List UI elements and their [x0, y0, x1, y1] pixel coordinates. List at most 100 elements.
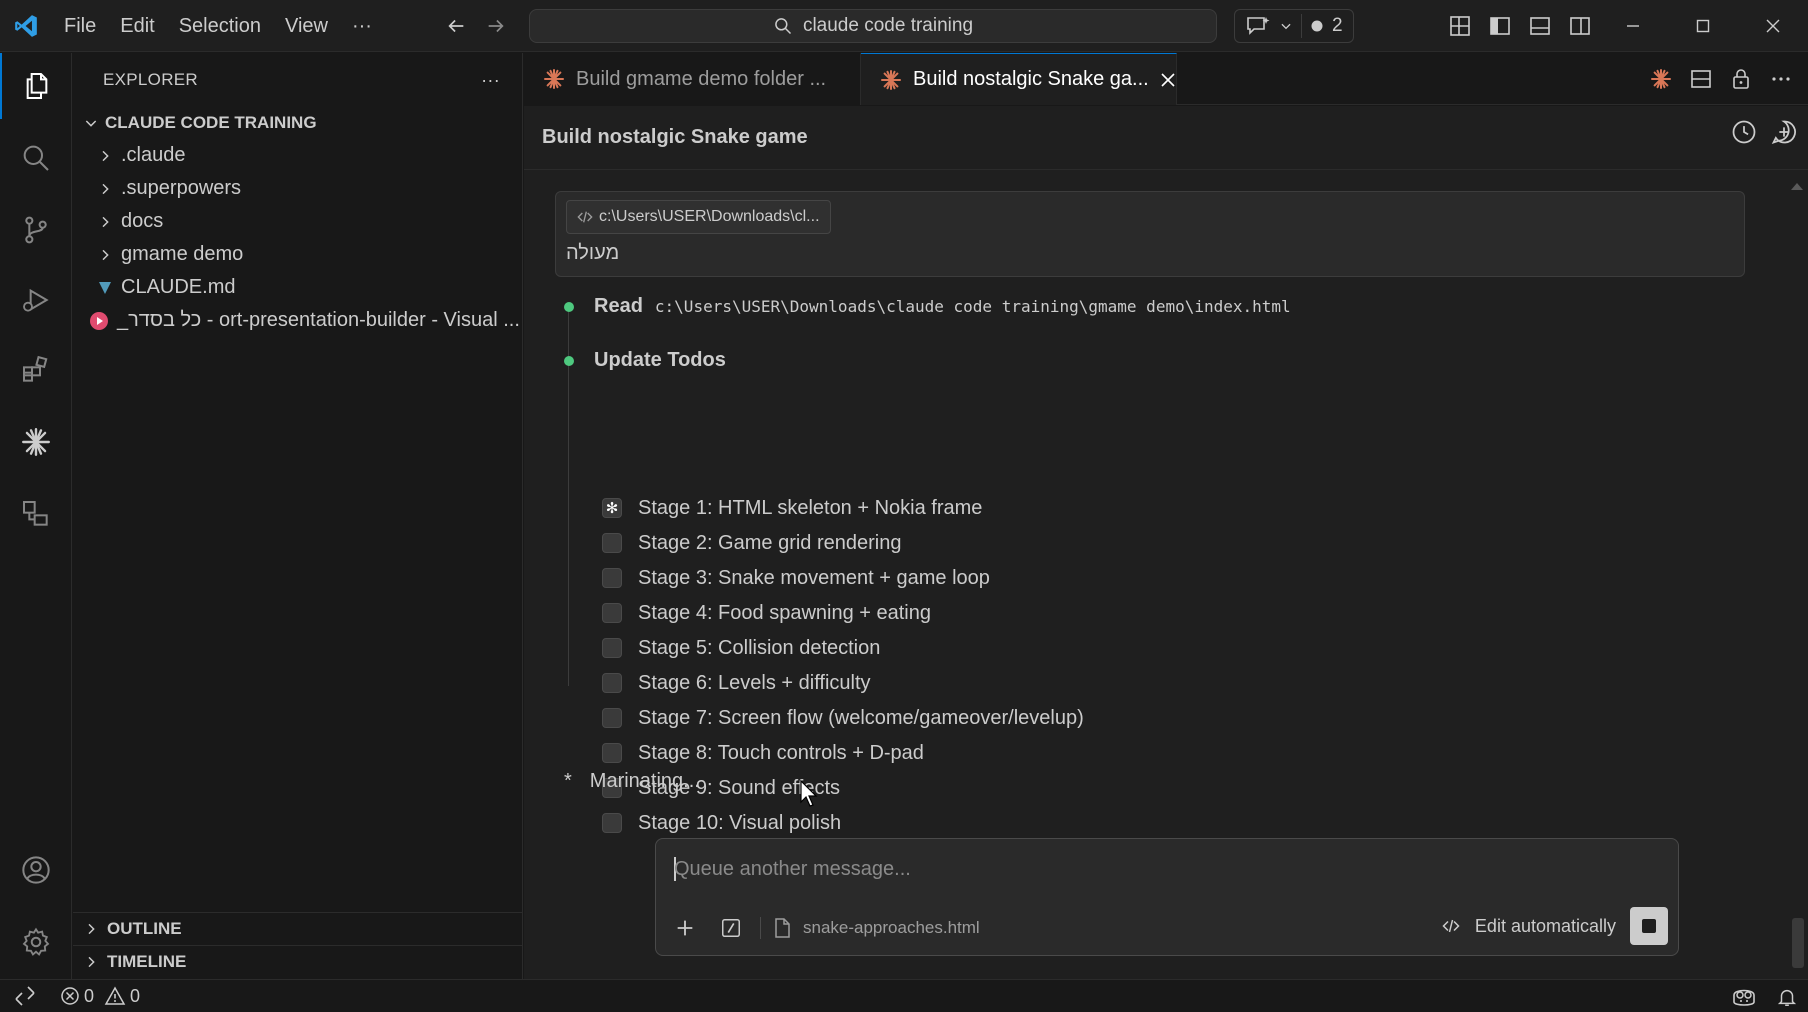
more-actions-icon[interactable] — [1764, 59, 1798, 99]
menu-more[interactable]: ··· — [340, 0, 384, 52]
remote-explorer-icon[interactable] — [0, 481, 72, 547]
stop-square-icon — [1642, 919, 1656, 933]
new-chat-icon[interactable] — [1770, 118, 1798, 146]
chat-toggle-button[interactable]: 2 — [1234, 9, 1354, 43]
chevron-down-icon — [79, 115, 103, 131]
tree-file-claude-md[interactable]: CLAUDE.md — [73, 271, 522, 304]
settings-gear-icon[interactable] — [0, 909, 72, 975]
tab-actions — [1644, 53, 1798, 105]
edit-mode-toggle[interactable]: Edit automatically — [1475, 916, 1616, 937]
slash-command-icon[interactable] — [714, 911, 748, 945]
close-window-icon[interactable] — [1738, 0, 1808, 52]
outline-label: OUTLINE — [107, 919, 182, 938]
status-bar: 0 0 — [0, 979, 1808, 1012]
workspace-root[interactable]: CLAUDE CODE TRAINING — [73, 107, 522, 139]
explorer-more-button[interactable]: ··· — [481, 70, 500, 91]
todo-item: Stage 4: Food spawning + eating — [602, 597, 931, 629]
thinking-asterisk: * — [564, 770, 572, 792]
search-view-icon[interactable] — [0, 125, 72, 191]
back-arrow-icon[interactable] — [436, 6, 476, 46]
tree-folder-docs[interactable]: docs — [73, 205, 522, 238]
toggle-panel-icon[interactable] — [1520, 0, 1560, 52]
chat-scrollbar[interactable] — [1786, 170, 1808, 979]
explorer-title: EXPLORER — [103, 70, 198, 89]
success-dot-icon — [564, 301, 574, 312]
tree-file-video[interactable]: _כל בסדר - ort-presentation-builder - Vi… — [73, 304, 522, 337]
tree-folder-superpowers[interactable]: .superpowers — [73, 172, 522, 205]
layout-controls — [1440, 0, 1600, 52]
chevron-right-icon — [93, 247, 117, 263]
chevron-down-icon — [1279, 19, 1293, 33]
menu-edit[interactable]: Edit — [108, 0, 166, 52]
problems-indicator[interactable]: 0 0 — [50, 986, 140, 1007]
markdown-file-icon — [93, 280, 117, 296]
explorer-sidebar: EXPLORER ··· CLAUDE CODE TRAINING .claud… — [73, 53, 523, 979]
message-composer: snake-approaches.html Edit automatically — [655, 838, 1679, 956]
user-message-text: מעולה — [566, 242, 620, 264]
add-attachment-plus-icon[interactable] — [668, 911, 702, 945]
tree-item-label: docs — [121, 210, 164, 232]
thinking-status: * Marinating... — [564, 770, 700, 793]
attached-file-name[interactable]: snake-approaches.html — [803, 918, 980, 938]
customize-layout-icon[interactable] — [1440, 0, 1480, 52]
tab-build-gmame-demo[interactable]: Build gmame demo folder ... — [524, 53, 861, 105]
todo-label: Stage 2: Game grid rendering — [638, 531, 902, 554]
context-file-chip[interactable]: c:\Users\USER\Downloads\cl... — [566, 200, 831, 234]
remote-indicator-icon[interactable] — [0, 980, 50, 1012]
checkbox-icon — [602, 673, 622, 693]
lock-icon[interactable] — [1724, 59, 1758, 99]
toggle-secondary-sidebar-icon[interactable] — [1560, 0, 1600, 52]
tree-item-label: .superpowers — [121, 177, 242, 199]
success-dot-icon — [564, 355, 574, 366]
todo-label: Stage 3: Snake movement + game loop — [638, 566, 990, 589]
menu-selection[interactable]: Selection — [167, 0, 273, 52]
claude-spark-icon — [879, 68, 903, 92]
run-debug-icon[interactable] — [0, 267, 72, 333]
toggle-primary-sidebar-icon[interactable] — [1480, 0, 1520, 52]
source-control-icon[interactable] — [0, 197, 72, 263]
chat-title: Build nostalgic Snake game — [542, 126, 808, 148]
scrollbar-thumb[interactable] — [1792, 918, 1804, 968]
menu-bar: File Edit Selection View ··· — [52, 0, 384, 52]
chevron-right-icon — [79, 921, 103, 937]
split-editor-icon[interactable] — [1684, 59, 1718, 99]
message-input[interactable] — [674, 851, 1654, 887]
todo-label: Stage 7: Screen flow (welcome/gameover/l… — [638, 706, 1084, 729]
minimize-icon[interactable] — [1598, 0, 1668, 52]
command-center-search[interactable]: claude code training — [529, 9, 1217, 43]
tab-build-snake-game[interactable]: Build nostalgic Snake ga... — [861, 53, 1177, 105]
checkbox-icon — [602, 603, 622, 623]
forward-arrow-icon[interactable] — [476, 6, 516, 46]
menu-file[interactable]: File — [52, 0, 108, 52]
claude-icon[interactable] — [0, 409, 72, 475]
claude-spark-icon[interactable] — [1644, 59, 1678, 99]
close-tab-icon[interactable] — [1159, 71, 1177, 89]
badge-count: 2 — [1332, 15, 1343, 36]
file-icon — [773, 918, 791, 938]
read-step-path[interactable]: c:\Users\USER\Downloads\claude code trai… — [655, 297, 1291, 316]
checkbox-icon — [602, 708, 622, 728]
scroll-up-arrow-icon — [1791, 183, 1803, 190]
timeline-section[interactable]: TIMELINE — [73, 945, 523, 978]
maximize-icon[interactable] — [1668, 0, 1738, 52]
editor-tabs: Build gmame demo folder ... Build nostal… — [524, 53, 1808, 105]
chevron-right-icon — [93, 214, 117, 230]
copilot-icon[interactable] — [1730, 985, 1758, 1009]
stop-button[interactable] — [1630, 907, 1668, 945]
tree-item-label: _כל בסדר - ort-presentation-builder - Vi… — [117, 309, 520, 331]
outline-section[interactable]: OUTLINE — [73, 912, 523, 945]
extensions-icon[interactable] — [0, 337, 72, 403]
explorer-icon[interactable] — [0, 53, 72, 119]
account-icon[interactable] — [0, 837, 72, 903]
history-clock-icon[interactable] — [1730, 118, 1758, 146]
tree-folder-claude[interactable]: .claude — [73, 139, 522, 172]
chip-divider — [1301, 14, 1302, 38]
notifications-bell-icon[interactable] — [1776, 986, 1798, 1008]
checkbox-icon — [602, 813, 622, 833]
thinking-status-text: Marinating... — [589, 770, 700, 792]
mouse-cursor-icon — [800, 780, 820, 808]
todo-label: Stage 6: Levels + difficulty — [638, 671, 871, 694]
tree-folder-gmame-demo[interactable]: gmame demo — [73, 238, 522, 271]
search-icon — [773, 16, 793, 36]
menu-view[interactable]: View — [273, 0, 340, 52]
